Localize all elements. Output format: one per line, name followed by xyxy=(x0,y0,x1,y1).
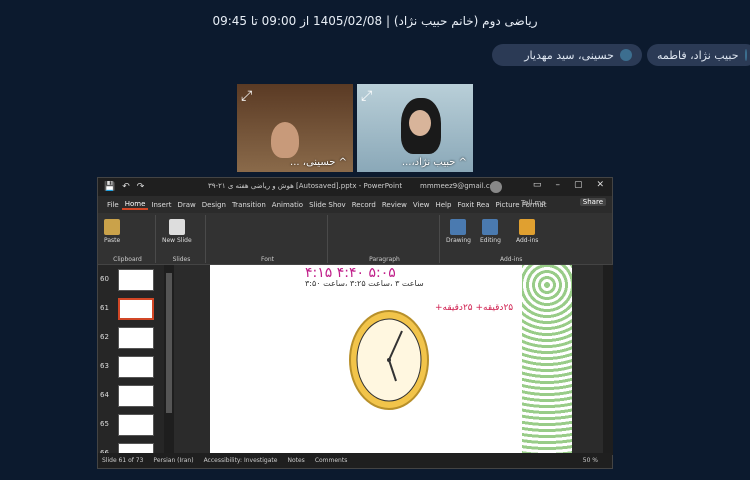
clipboard-group: Paste Clipboard xyxy=(100,215,156,263)
zoom-level[interactable]: 50 % xyxy=(583,457,598,464)
menu-tab-transition[interactable]: Transition xyxy=(229,201,269,209)
share-button[interactable]: Share xyxy=(579,198,606,206)
slide-thumbnail-61[interactable] xyxy=(118,298,154,320)
paragraph-group: Paragraph xyxy=(330,215,440,263)
editing-button[interactable]: Editing xyxy=(480,219,501,244)
slides-group: New Slide Slides xyxy=(158,215,206,263)
user-email: mmmeez9@gmail.com xyxy=(420,182,501,190)
slide-handwriting-times: ۵:۰۵ ۴:۴۰ ۴:۱۵ xyxy=(305,265,396,281)
avatar-dot xyxy=(744,49,747,61)
slide-decoration xyxy=(522,265,572,455)
expand-icon[interactable]: ⤢ xyxy=(361,88,377,104)
addins-group-label: Add-ins xyxy=(500,256,523,263)
clock-image xyxy=(349,310,429,410)
window-title: هوش و ریاضی هفته ی ۲۱-۳۹ [Autosaved].ppt… xyxy=(208,182,403,190)
slide-thumbnail-62[interactable] xyxy=(118,327,154,349)
comments-button[interactable]: Comments xyxy=(315,457,348,464)
user-avatar[interactable] xyxy=(490,181,502,193)
menu-tab-file[interactable]: File xyxy=(104,201,122,209)
slide-thumbnails-pane: 60616263646566 xyxy=(98,265,168,465)
undo-icon[interactable]: ↶ xyxy=(122,182,130,192)
slide-counter: Slide 61 of 73 xyxy=(102,457,144,464)
thumbnail-number: 63 xyxy=(100,362,109,370)
thumbnail-scrollbar[interactable] xyxy=(164,265,174,455)
ribbon-options-icon[interactable]: ▭ xyxy=(533,180,542,190)
menu-tab-home[interactable]: Home xyxy=(121,200,149,210)
video-tile-right[interactable]: ⤢ ^ حبیب نژاد،... xyxy=(357,84,473,172)
title-bar: 💾 ↶ ↷ هوش و ریاضی هفته ی ۲۱-۳۹ [Autosaved]… xyxy=(98,178,612,196)
minimize-icon[interactable]: – xyxy=(555,180,560,190)
thumbnail-number: 60 xyxy=(100,275,109,283)
notes-button[interactable]: Notes xyxy=(287,457,304,464)
menu-tab-foxit-rea[interactable]: Foxit Rea xyxy=(454,201,492,209)
thumbnail-number: 65 xyxy=(100,420,109,428)
drawing-button[interactable]: Drawing xyxy=(446,219,471,244)
new-slide-button[interactable]: New Slide xyxy=(162,219,192,244)
slide-scrollbar[interactable] xyxy=(603,265,613,455)
avatar-dot xyxy=(620,49,632,61)
menu-tab-draw[interactable]: Draw xyxy=(174,201,198,209)
accessibility-status[interactable]: Accessibility: Investigate xyxy=(204,457,278,464)
participant-chip-2[interactable]: حسینی، سید مهدیار xyxy=(492,44,642,66)
tell-me-search[interactable]: Tell me xyxy=(518,199,549,207)
slide-thumbnail-60[interactable] xyxy=(118,269,154,291)
addins-button[interactable]: Add-ins xyxy=(516,219,538,244)
menu-tab-record[interactable]: Record xyxy=(349,201,379,209)
expand-icon[interactable]: ⤢ xyxy=(241,88,257,104)
thumbnail-number: 62 xyxy=(100,333,109,341)
meeting-title: ریاضی دوم (خانم حبیب نژاد) | 1405/02/08 … xyxy=(212,14,538,28)
participant-chip-1[interactable]: حبیب نژاد، فاطمه xyxy=(647,44,750,66)
thumbnail-number: 61 xyxy=(100,304,109,312)
language-status[interactable]: Persian (Iran) xyxy=(153,457,193,464)
slide-thumbnail-63[interactable] xyxy=(118,356,154,378)
ribbon: Paste Clipboard New Slide Slides Font Pa… xyxy=(98,213,612,265)
thumbnail-number: 64 xyxy=(100,391,109,399)
menu-tab-design[interactable]: Design xyxy=(199,201,229,209)
status-bar: Slide 61 of 73 Persian (Iran) Accessibil… xyxy=(98,453,612,468)
menu-tab-insert[interactable]: Insert xyxy=(148,201,174,209)
menu-tab-slide-shov[interactable]: Slide Shov xyxy=(306,201,349,209)
menu-bar: File Home Insert Draw Design Transition Animat… xyxy=(98,196,612,213)
slide-canvas[interactable]: ساعت ۳ ،ساعت ۳:۲۵ ،ساعت ۳:۵۰ ۵:۰۵ ۴:۴۰ ۴… xyxy=(210,265,572,455)
menu-tab-help[interactable]: Help xyxy=(432,201,454,209)
maximize-icon[interactable]: ▢ xyxy=(574,180,583,190)
menu-tab-view[interactable]: View xyxy=(410,201,433,209)
participant-video xyxy=(271,122,299,158)
font-group: Font xyxy=(208,215,328,263)
slide-thumbnail-64[interactable] xyxy=(118,385,154,407)
powerpoint-window: 💾 ↶ ↷ هوش و ریاضی هفته ی ۲۱-۳۹ [Autosaved]… xyxy=(97,177,613,469)
close-icon[interactable]: ✕ xyxy=(596,180,604,190)
menu-tab-review[interactable]: Review xyxy=(379,201,410,209)
slide-handwriting-minutes: ۲۵دقیقه+ ۲۵دقیقه+ xyxy=(435,303,514,313)
video-caption: ^ حسینی، ... xyxy=(290,157,347,168)
save-icon[interactable]: 💾 xyxy=(104,182,115,192)
participant-face xyxy=(409,110,431,136)
video-caption: ^ حبیب نژاد،... xyxy=(401,157,467,168)
slide-thumbnail-65[interactable] xyxy=(118,414,154,436)
redo-icon[interactable]: ↷ xyxy=(137,182,145,192)
video-tile-left[interactable]: ⤢ ^ حسینی، ... xyxy=(237,84,353,172)
paste-button[interactable]: Paste xyxy=(104,219,120,244)
menu-tab-animatio[interactable]: Animatio xyxy=(269,201,306,209)
